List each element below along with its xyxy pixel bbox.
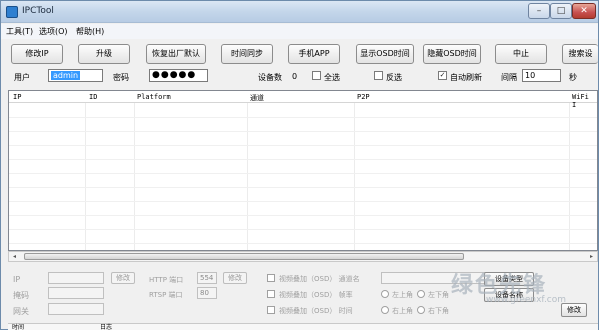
column-divider — [85, 103, 86, 250]
window-title: IPCTool — [22, 6, 54, 16]
position-upper-right-label: 右上角 — [392, 307, 413, 315]
row-gridline — [9, 117, 597, 118]
modify-ip-small-button[interactable]: 修改 — [111, 272, 135, 284]
invert-selection-checkbox[interactable] — [374, 71, 383, 80]
position-lower-right-label: 右下角 — [428, 307, 449, 315]
osd-framerate-checkbox[interactable] — [267, 290, 275, 298]
mobile-app-button[interactable]: 手机APP — [288, 44, 340, 64]
position-lower-right-radio[interactable] — [417, 306, 425, 314]
menu-options[interactable]: 选项(O) — [39, 26, 68, 37]
mask-input[interactable] — [48, 287, 104, 299]
scroll-left-icon[interactable]: ◂ — [9, 252, 20, 261]
app-icon — [6, 6, 18, 18]
row-gridline — [9, 159, 597, 160]
device-count-value: 0 — [292, 72, 298, 81]
interval-label: 间隔 — [501, 73, 517, 82]
scrollbar-thumb[interactable] — [24, 253, 464, 260]
column-divider — [134, 103, 135, 250]
position-upper-left-label: 左上角 — [392, 291, 413, 299]
minimize-button[interactable]: – — [528, 3, 550, 19]
scroll-right-icon[interactable]: ▸ — [586, 252, 597, 261]
row-gridline — [9, 187, 597, 188]
select-all-checkbox[interactable] — [312, 71, 321, 80]
column-id[interactable]: ID — [89, 93, 97, 101]
http-port-label: HTTP 端口 — [149, 276, 184, 284]
modify-device-button[interactable]: 修改 — [561, 303, 587, 317]
row-gridline — [9, 173, 597, 174]
gateway-input[interactable] — [48, 303, 104, 315]
column-divider — [247, 103, 248, 250]
column-divider — [569, 103, 570, 250]
user-label: 用户 — [14, 73, 30, 82]
row-gridline — [9, 201, 597, 202]
time-sync-button[interactable]: 时间同步 — [221, 44, 273, 64]
watermark-url: www.greenxf.com — [486, 295, 567, 305]
osd-time-label: 视频叠加（OSD） 时间 — [279, 307, 353, 315]
interval-input[interactable]: 10 — [522, 69, 561, 82]
position-upper-right-radio[interactable] — [381, 306, 389, 314]
user-input[interactable]: admin — [48, 69, 103, 82]
ip-input[interactable] — [48, 272, 104, 284]
hide-osd-time-button[interactable]: 隐藏OSD时间 — [423, 44, 481, 64]
show-osd-time-button[interactable]: 显示OSD时间 — [356, 44, 414, 64]
rtsp-port-label: RTSP 端口 — [149, 291, 183, 299]
menu-help[interactable]: 帮助(H) — [76, 26, 104, 37]
position-lower-left-radio[interactable] — [417, 290, 425, 298]
invert-selection-label: 反选 — [386, 73, 402, 82]
password-input[interactable]: ●●●●● — [149, 69, 208, 82]
table-header: IP ID Platform 通道 P2P WiFi I — [9, 91, 597, 109]
horizontal-scrollbar[interactable]: ◂ ▸ — [8, 251, 598, 262]
select-all-label: 全选 — [324, 73, 340, 82]
column-platform[interactable]: Platform — [137, 93, 171, 101]
log-header: 时间 日志 — [8, 323, 598, 330]
password-label: 密码 — [113, 73, 129, 82]
row-gridline — [9, 145, 597, 146]
column-p2p[interactable]: P2P — [357, 93, 370, 101]
menu-bar: 工具(T) 选项(O) 帮助(H) — [1, 24, 598, 39]
osd-framerate-label: 视频叠加（OSD） 帧率 — [279, 291, 353, 299]
log-message-column[interactable]: 日志 — [100, 324, 112, 330]
factory-reset-button[interactable]: 恢复出厂默认 — [146, 44, 206, 64]
mask-label: 掩码 — [13, 291, 29, 300]
auto-refresh-checkbox[interactable]: ✓ — [438, 71, 447, 80]
row-gridline — [9, 215, 597, 216]
position-upper-left-radio[interactable] — [381, 290, 389, 298]
column-divider — [354, 103, 355, 250]
title-bar: IPCTool – □ ✕ — [1, 1, 598, 23]
gateway-label: 网关 — [13, 307, 29, 316]
search-devices-button[interactable]: 搜索设 — [562, 44, 598, 64]
modify-port-button[interactable]: 修改 — [223, 272, 247, 284]
column-wifi[interactable]: WiFi I — [572, 93, 597, 109]
row-gridline — [9, 243, 597, 244]
modify-ip-button[interactable]: 修改IP — [11, 44, 63, 64]
device-count-label: 设备数 — [258, 73, 282, 82]
position-lower-left-label: 左下角 — [428, 291, 449, 299]
device-table[interactable]: IP ID Platform 通道 P2P WiFi I — [8, 90, 598, 251]
user-input-value: admin — [51, 71, 81, 80]
auto-refresh-label: 自动刷新 — [450, 73, 482, 82]
maximize-button[interactable]: □ — [550, 3, 572, 19]
column-ip[interactable]: IP — [13, 93, 21, 101]
upgrade-button[interactable]: 升级 — [78, 44, 130, 64]
row-gridline — [9, 229, 597, 230]
http-port-input[interactable]: 554 — [197, 272, 217, 284]
menu-tools[interactable]: 工具(T) — [6, 26, 33, 37]
abort-button[interactable]: 中止 — [495, 44, 547, 64]
log-time-column[interactable]: 时间 — [12, 324, 24, 330]
close-button[interactable]: ✕ — [572, 3, 596, 19]
osd-channel-name-label: 视频叠加（OSD） 通道名 — [279, 275, 360, 283]
column-channel[interactable]: 通道 — [250, 93, 264, 103]
rtsp-port-input[interactable]: 80 — [197, 287, 217, 299]
osd-channel-name-checkbox[interactable] — [267, 274, 275, 282]
row-gridline — [9, 131, 597, 132]
ip-label: IP — [13, 275, 21, 284]
app-window: IPCTool – □ ✕ 工具(T) 选项(O) 帮助(H) 修改IP 升级 … — [0, 0, 599, 330]
interval-unit: 秒 — [569, 73, 577, 82]
osd-time-checkbox[interactable] — [267, 306, 275, 314]
